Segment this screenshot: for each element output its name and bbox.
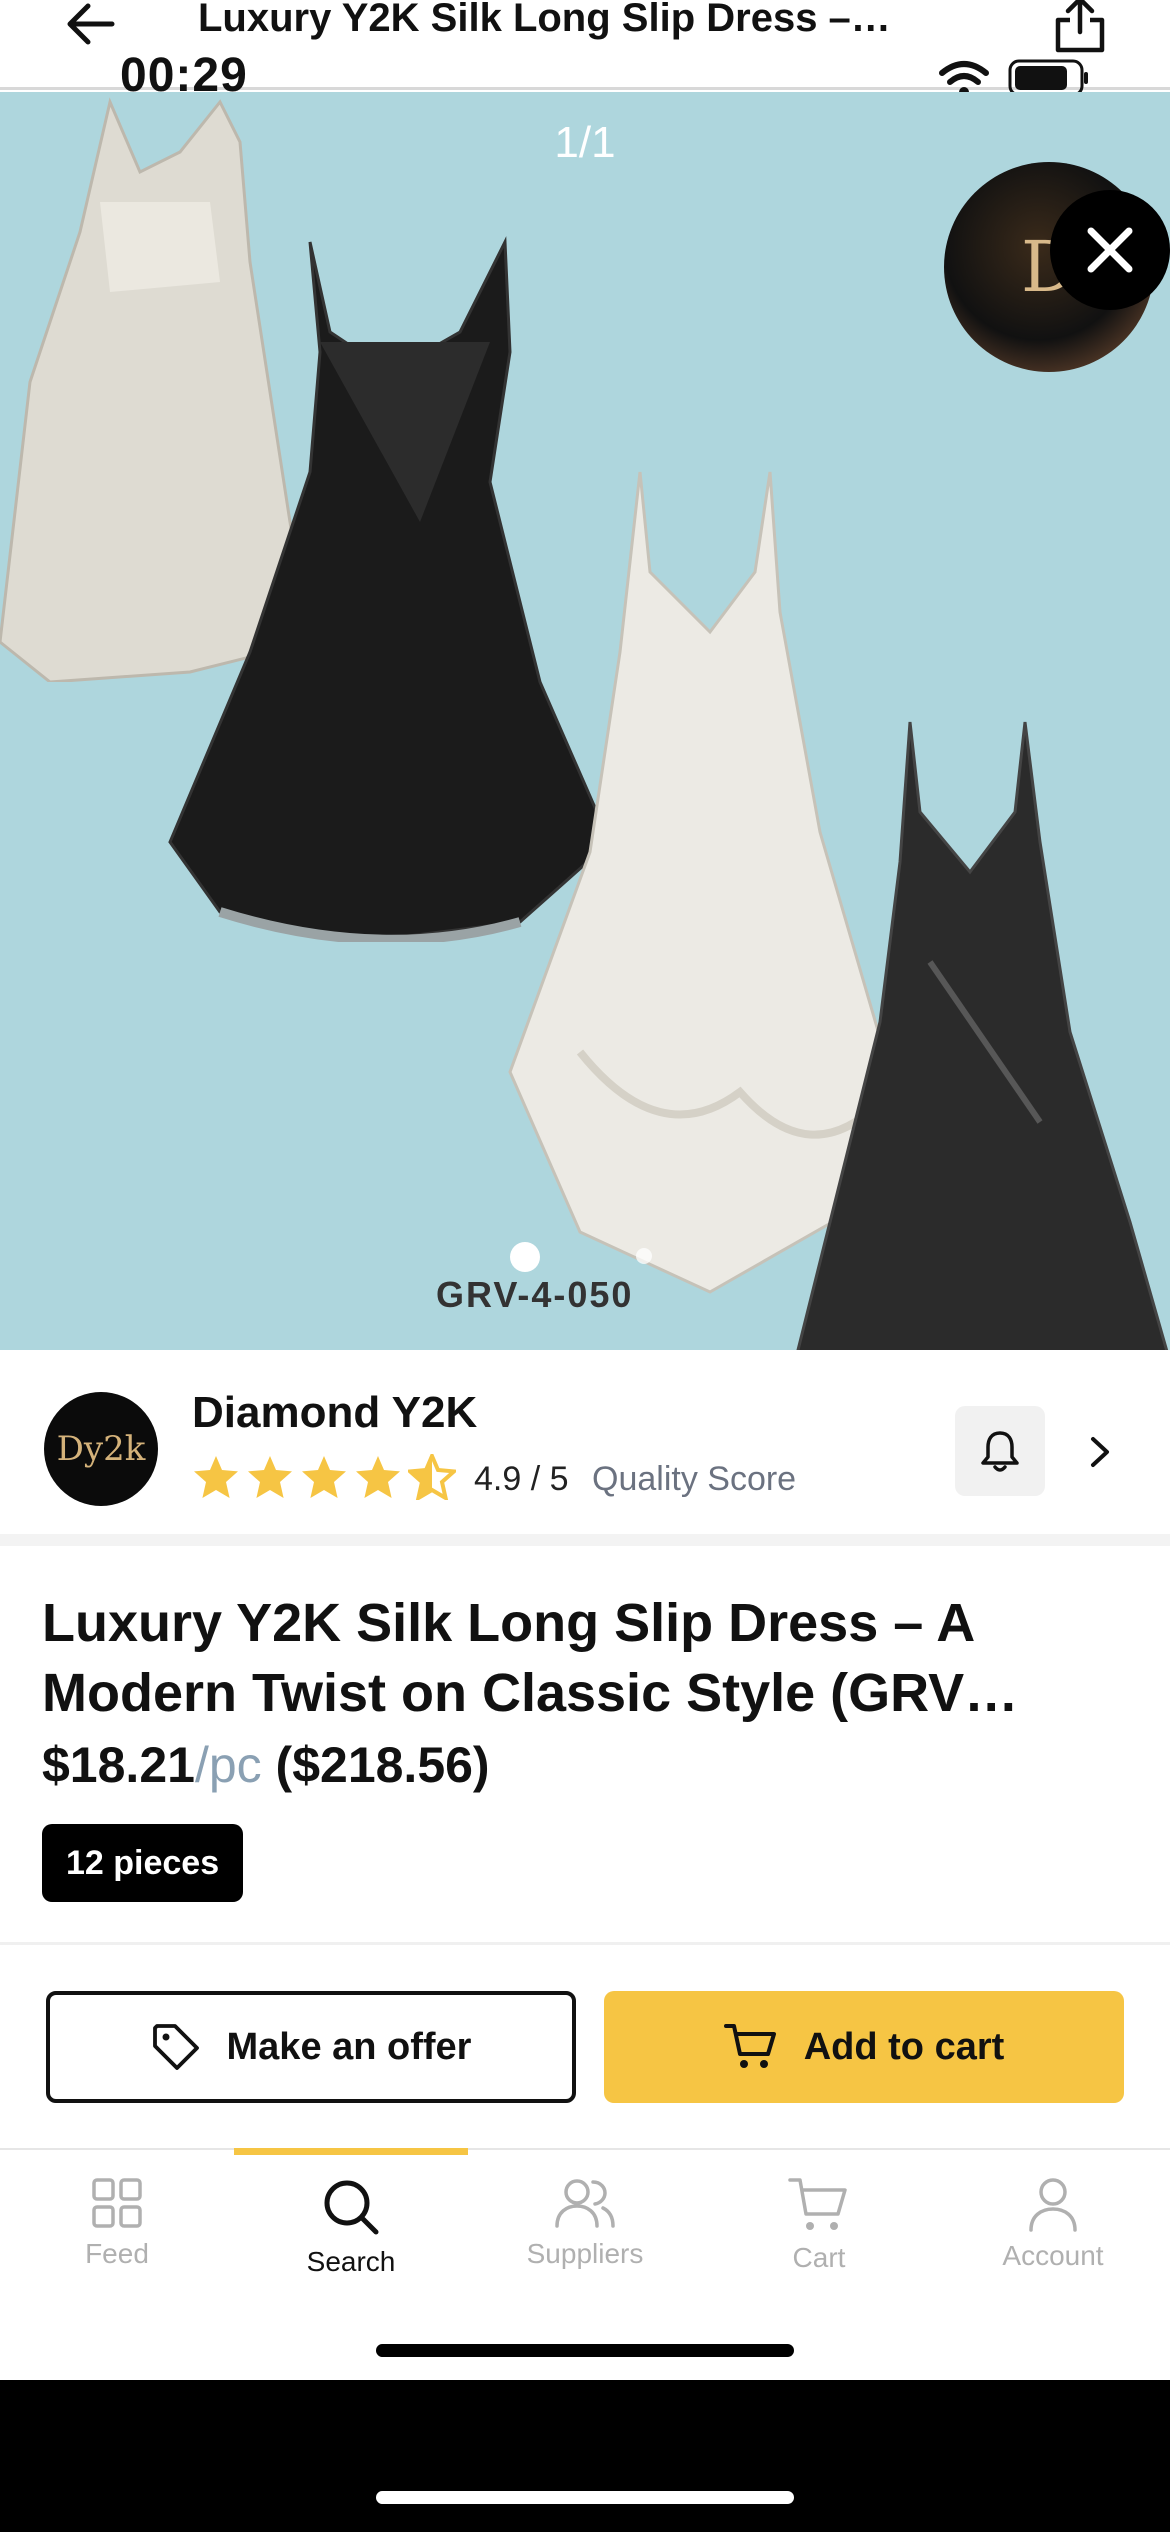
tab-account-label: Account — [1002, 2240, 1104, 2271]
home-indicator — [376, 2344, 794, 2357]
cart-icon — [723, 2024, 776, 2068]
tab-search-label: Search — [306, 2246, 396, 2277]
seller-name[interactable]: Diamond Y2K — [192, 1388, 477, 1438]
action-bar: Make an offer Add to cart — [0, 1942, 1170, 2148]
cart-icon — [788, 2178, 847, 2230]
price-row: $18.21/pc ($218.56) — [42, 1736, 490, 1794]
add-to-cart-label: Add to cart — [803, 2025, 1005, 2068]
sku-label: GRV-4-050 — [436, 1274, 634, 1315]
arrow-left-icon — [67, 3, 115, 45]
user-icon — [1029, 2178, 1077, 2232]
back-button[interactable] — [60, 0, 120, 48]
star-icon — [248, 1456, 292, 1498]
share-icon — [1055, 0, 1105, 53]
quality-score-label: Quality Score — [592, 1460, 797, 1498]
grid-icon — [92, 2178, 142, 2228]
seller-avatar[interactable]: Dy2k — [44, 1392, 158, 1506]
users-icon — [555, 2179, 615, 2228]
product-image-gallery[interactable]: 1/1 D GRV-4-050 — [0, 92, 1170, 1350]
image-counter: 1/1 — [554, 118, 616, 167]
product-screen: Luxury Y2K Silk Long Slip Dress –… 00:29 — [0, 0, 1170, 2380]
close-icon — [1087, 227, 1133, 273]
add-to-cart-button[interactable]: Add to cart — [604, 1991, 1124, 2103]
rating-stars — [192, 1454, 456, 1500]
nav-title: Luxury Y2K Silk Long Slip Dress –… — [198, 0, 891, 40]
carousel-dot[interactable] — [636, 1248, 652, 1264]
home-indicator-outer — [376, 2491, 794, 2504]
tab-suppliers[interactable]: Suppliers — [468, 2150, 702, 2300]
tab-feed-label: Feed — [85, 2238, 149, 2269]
dress-image-4 — [796, 721, 1169, 1350]
follow-notify-button[interactable] — [955, 1406, 1045, 1496]
total-price: ($218.56) — [275, 1737, 490, 1793]
tab-suppliers-label: Suppliers — [526, 2238, 644, 2269]
top-nav-bar: Luxury Y2K Silk Long Slip Dress –… 00:29 — [0, 0, 1170, 102]
unit-price: $18.21 — [42, 1737, 195, 1793]
tab-feed[interactable]: Feed — [0, 2150, 234, 2300]
pieces-badge: 12 pieces — [42, 1824, 244, 1902]
share-button[interactable] — [1048, 0, 1112, 54]
tab-account[interactable]: Account — [936, 2150, 1170, 2300]
tag-icon — [152, 2024, 199, 2070]
star-icon — [302, 1456, 346, 1498]
chevron-right-icon — [1091, 1437, 1109, 1467]
make-offer-label: Make an offer — [226, 2025, 472, 2068]
product-info: Luxury Y2K Silk Long Slip Dress – A Mode… — [0, 1546, 1170, 1942]
star-icon — [356, 1456, 400, 1498]
carousel-dot-active[interactable] — [510, 1242, 540, 1272]
make-offer-button[interactable]: Make an offer — [46, 1991, 576, 2103]
product-title: Luxury Y2K Silk Long Slip Dress – A Mode… — [42, 1593, 1019, 1723]
bell-icon — [981, 1431, 1019, 1472]
per-unit-label: /pc — [194, 1737, 262, 1793]
close-button[interactable] — [1050, 190, 1170, 310]
tab-search[interactable]: Search — [234, 2150, 468, 2300]
tab-cart[interactable]: Cart — [702, 2150, 936, 2300]
seller-details-button[interactable] — [1078, 1424, 1122, 1480]
rating-value: 4.9 / 5 — [474, 1460, 569, 1498]
seller-row[interactable]: Dy2k Diamond Y2K 4.9 / 5 Quality Score — [0, 1350, 1170, 1546]
search-icon — [324, 2180, 379, 2235]
half-star-icon — [408, 1454, 456, 1500]
star-icon — [194, 1456, 238, 1498]
tab-cart-label: Cart — [792, 2242, 846, 2273]
